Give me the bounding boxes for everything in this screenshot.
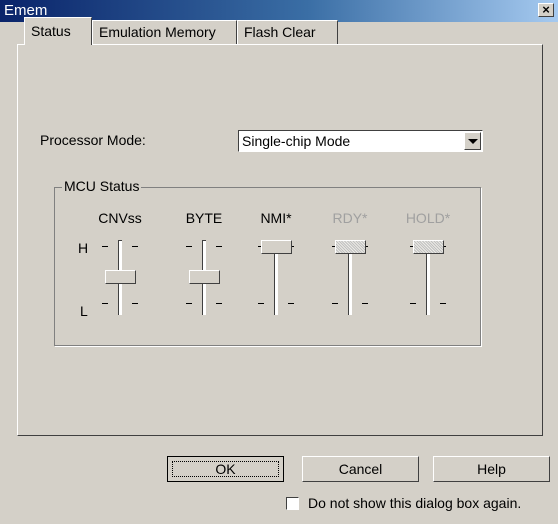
tab-label: Flash Clear [244,24,316,40]
tab-panel-status [17,44,543,436]
dont-show-label[interactable]: Do not show this dialog box again. [308,495,521,511]
tab-label: Status [31,23,71,39]
help-button[interactable]: Help [433,456,550,482]
help-button-label: Help [477,461,506,477]
focus-ring [172,461,279,477]
tab-label: Emulation Memory [99,24,216,40]
tab-status[interactable]: Status [24,17,92,45]
close-button[interactable]: × [538,3,554,17]
ok-button[interactable]: OK [167,456,284,482]
cancel-button[interactable]: Cancel [302,456,419,482]
tab-flash-clear[interactable]: Flash Clear [237,20,338,44]
close-icon: × [542,2,550,17]
dont-show-checkbox[interactable] [286,497,299,510]
cancel-button-label: Cancel [338,461,383,477]
tab-emulation-memory[interactable]: Emulation Memory [92,20,237,44]
